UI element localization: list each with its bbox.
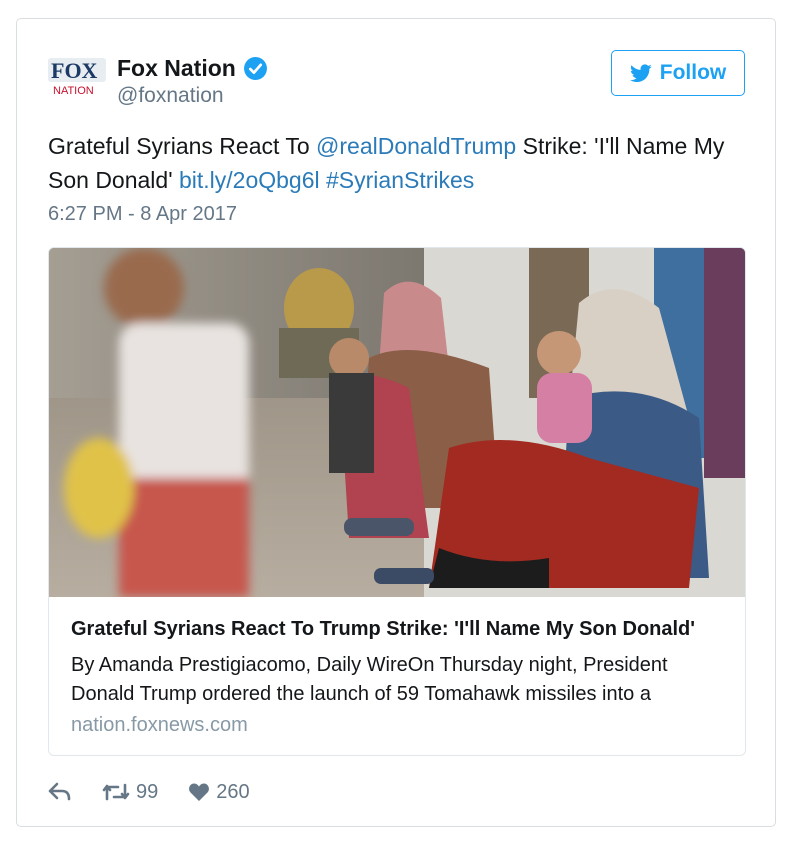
heart-icon <box>189 783 210 801</box>
twitter-bird-icon <box>629 63 652 82</box>
author-name[interactable]: Fox Nation <box>117 55 236 82</box>
short-link[interactable]: bit.ly/2oQbg6l <box>179 167 320 193</box>
card-domain[interactable]: nation.foxnews.com <box>71 714 248 737</box>
author-handle[interactable]: @foxnation <box>117 84 224 108</box>
tweet-card: FOX NATION Fox Nation @foxnation Follow … <box>16 18 776 827</box>
follow-label: Follow <box>659 61 727 84</box>
timestamp[interactable]: 6:27 PM - 8 Apr 2017 <box>48 203 237 226</box>
retweet-button[interactable]: 99 <box>102 781 158 804</box>
svg-text:FOX: FOX <box>51 58 98 83</box>
mention-link[interactable]: @realDonaldTrump <box>316 133 516 159</box>
card-title[interactable]: Grateful Syrians React To Trump Strike: … <box>71 618 695 641</box>
tweet-text: Grateful Syrians React To @realDonaldTru… <box>48 129 748 197</box>
like-count: 260 <box>216 780 250 803</box>
retweet-icon <box>102 783 130 801</box>
like-button[interactable]: 260 <box>188 780 250 804</box>
retweet-count: 99 <box>136 780 159 803</box>
link-card[interactable]: Grateful Syrians React To Trump Strike: … <box>48 247 746 756</box>
fox-nation-logo[interactable]: FOX NATION <box>48 56 106 98</box>
svg-text:NATION: NATION <box>53 85 94 97</box>
reply-icon <box>48 782 71 801</box>
tweet-actions: 99 260 <box>48 777 250 807</box>
reply-button[interactable] <box>48 782 72 802</box>
tweet-text-part: Grateful Syrians React To <box>48 133 317 159</box>
card-description: By Amanda Prestigiacomo, Daily WireOn Th… <box>71 654 668 705</box>
card-image <box>49 248 745 597</box>
verified-badge-icon <box>244 57 267 80</box>
hashtag-link[interactable]: #SyrianStrikes <box>326 167 474 193</box>
follow-button[interactable]: Follow <box>611 50 745 96</box>
